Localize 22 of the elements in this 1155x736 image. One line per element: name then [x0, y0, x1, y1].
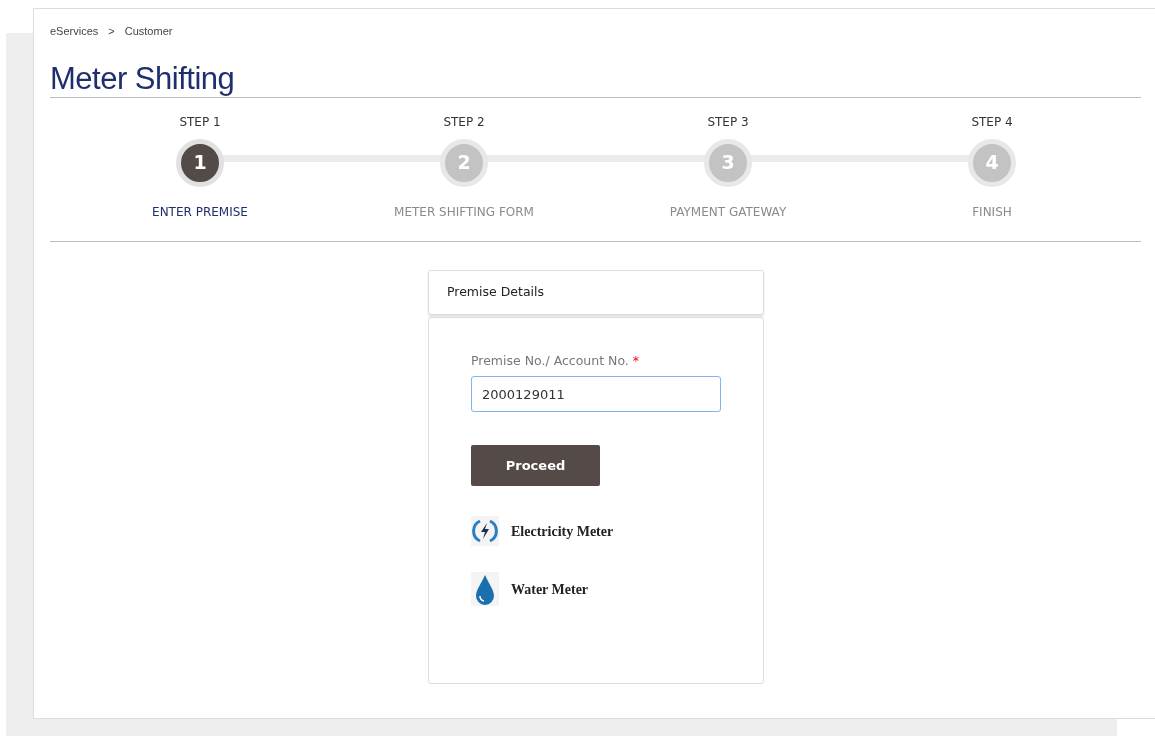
required-mark: * — [632, 352, 640, 368]
step-caption: ENTER PREMISE — [152, 203, 248, 221]
lightning-bolt-icon — [471, 516, 499, 547]
field-label: Premise No./ Account No. * — [471, 351, 641, 370]
meter-link[interactable]: Electricity Meter — [511, 520, 614, 542]
proceed-button[interactable]: Proceed — [471, 445, 600, 487]
step-caption: FINISH — [972, 203, 1012, 221]
page-title: Meter Shifting — [50, 59, 236, 97]
step-caption: PAYMENT GATEWAY — [669, 203, 787, 221]
breadcrumb-separator: > — [108, 24, 115, 39]
card-header: Premise Details — [428, 269, 764, 315]
breadcrumb-link[interactable]: Customer — [124, 23, 173, 40]
step-label: STEP 2 — [443, 113, 485, 131]
step-circle[interactable]: 1 — [176, 138, 224, 187]
water-drop-icon — [471, 572, 499, 607]
step-label: STEP 3 — [707, 113, 749, 131]
account-input-field[interactable]: 2000129011 — [471, 376, 721, 413]
step-caption: METER SHIFTING FORM — [394, 203, 534, 221]
step-label: STEP 4 — [971, 113, 1013, 131]
meter-link[interactable]: Water Meter — [511, 578, 589, 600]
breadcrumb-link[interactable]: eServices — [50, 23, 99, 40]
step-label: STEP 1 — [179, 113, 221, 131]
